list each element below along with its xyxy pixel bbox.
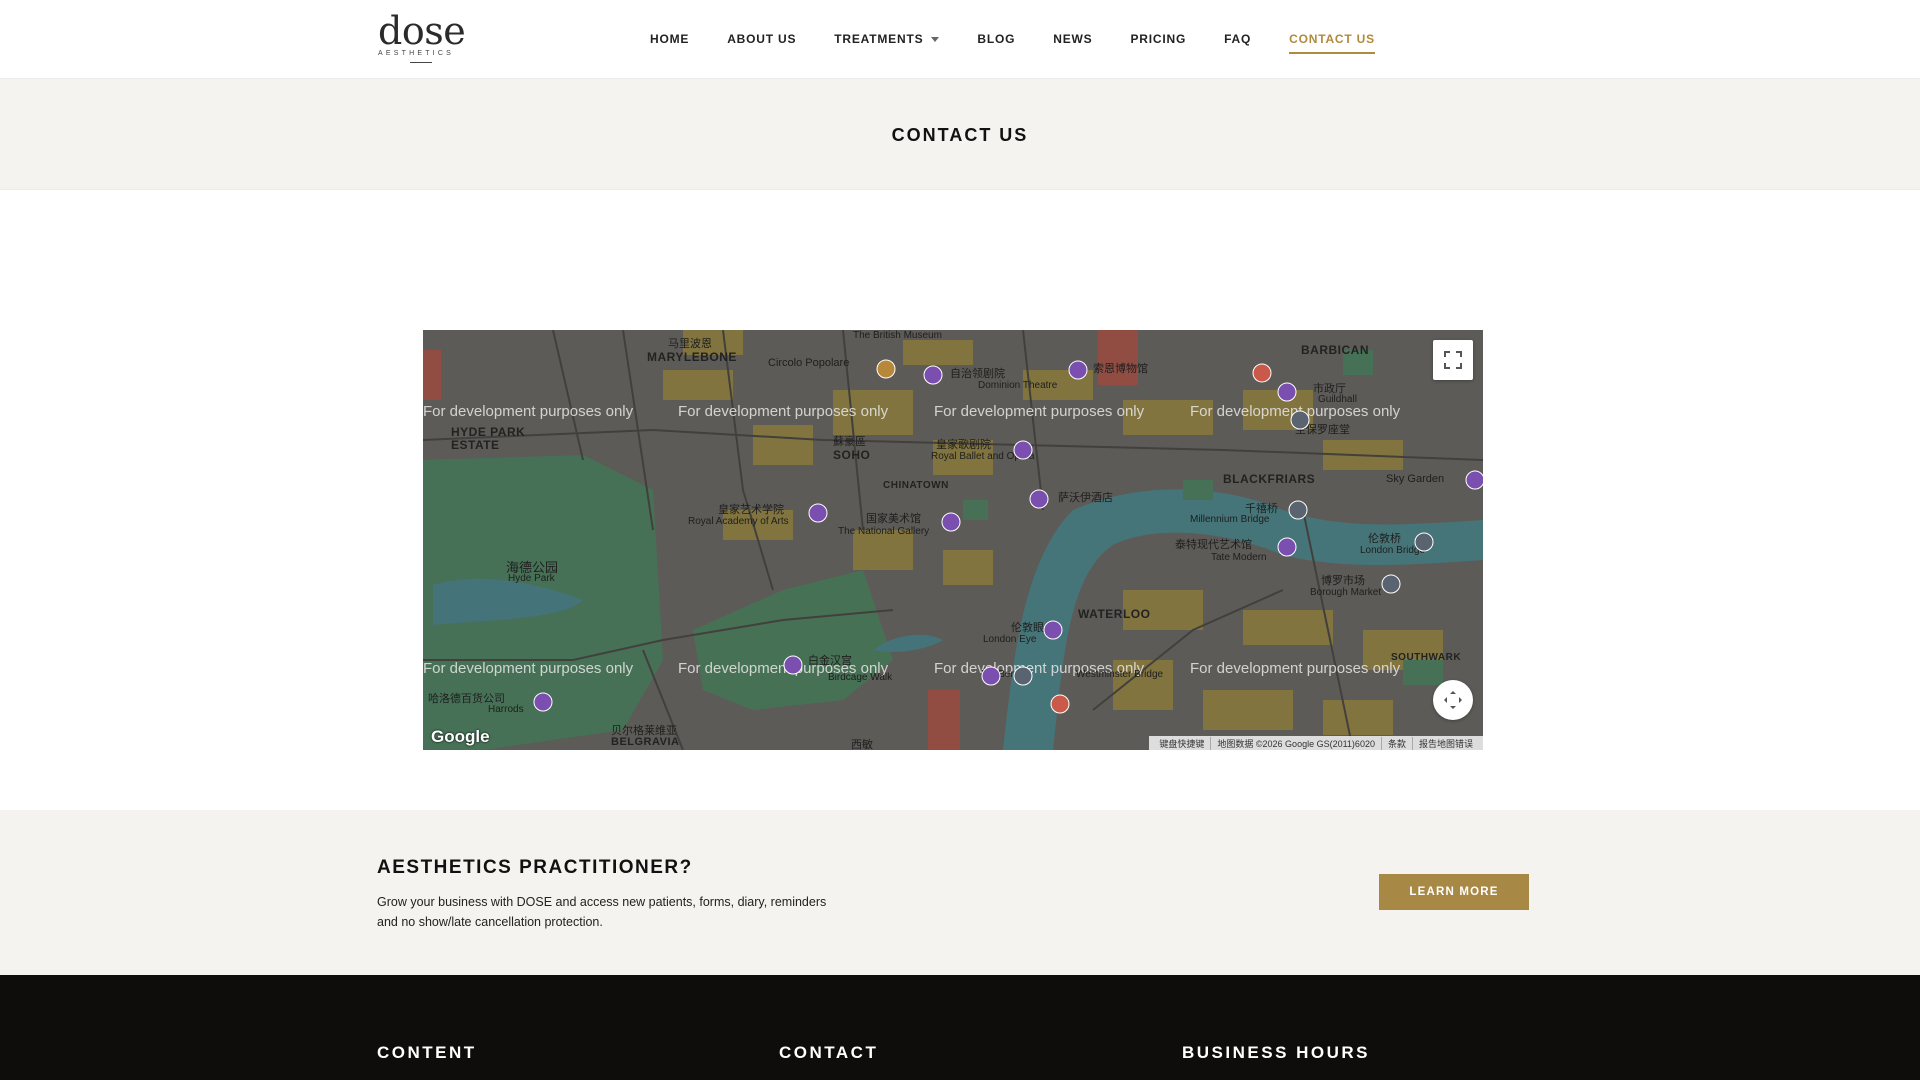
logo-subtitle: AESTHETICS xyxy=(378,50,454,57)
fullscreen-button[interactable] xyxy=(1433,340,1473,380)
nav-item-news[interactable]: NEWS xyxy=(1053,0,1092,78)
google-logo: Google xyxy=(431,727,490,746)
nav-item-about-us[interactable]: ABOUT US xyxy=(727,0,796,78)
nav-item-treatments[interactable]: TREATMENTS xyxy=(834,0,940,78)
google-map[interactable]: For development purposes only For develo… xyxy=(423,330,1483,750)
nav-item-home[interactable]: HOME xyxy=(650,0,689,78)
logo[interactable]: dose AESTHETICS xyxy=(378,9,466,66)
chevron-down-icon xyxy=(931,36,940,42)
terms-link[interactable]: 条款 xyxy=(1380,736,1412,750)
nav-item-blog[interactable]: BLOG xyxy=(977,0,1015,78)
learn-more-button[interactable]: LEARN MORE xyxy=(1379,874,1529,910)
logo-underline xyxy=(410,62,432,63)
cta-title: AESTHETICS PRACTITIONER? xyxy=(377,857,693,878)
map-data-text: 地图数据 ©2026 Google GS(2011)6020 xyxy=(1210,736,1381,750)
cta-text-line: Grow your business with DOSE and access … xyxy=(377,895,827,909)
map-attribution: 键盘快捷键 地图数据 ©2026 Google GS(2011)6020 条款 … xyxy=(1149,736,1483,750)
practitioner-cta: AESTHETICS PRACTITIONER? Grow your busin… xyxy=(0,810,1920,975)
fullscreen-icon xyxy=(1444,351,1462,369)
report-error-link[interactable]: 报告地图错误 xyxy=(1411,736,1479,750)
nav-item-pricing[interactable]: PRICING xyxy=(1130,0,1186,78)
main-nav: HOME ABOUT US TREATMENTS BLOG NEWS PRICI… xyxy=(650,0,1413,78)
footer-heading-content: CONTENT xyxy=(377,1043,477,1062)
footer-heading-contact: CONTACT xyxy=(779,1043,879,1062)
nav-item-contact-us[interactable]: CONTACT US xyxy=(1289,0,1375,78)
nav-item-faq[interactable]: FAQ xyxy=(1224,0,1251,78)
camera-control-icon xyxy=(1444,691,1462,709)
site-header: dose AESTHETICS HOME ABOUT US TREATMENTS… xyxy=(0,0,1920,78)
nav-item-treatments-label: TREATMENTS xyxy=(834,32,924,46)
logo-word: dose xyxy=(378,9,466,53)
cta-description: Grow your business with DOSE and access … xyxy=(377,892,837,932)
camera-control-button[interactable] xyxy=(1433,680,1473,720)
map-poi-markers xyxy=(533,359,1483,714)
keyboard-shortcuts-link[interactable]: 键盘快捷键 xyxy=(1153,737,1210,750)
footer-heading-business-hours: BUSINESS HOURS xyxy=(1182,1043,1371,1062)
page-title: CONTACT US xyxy=(891,125,1029,145)
title-band: CONTACT US xyxy=(0,78,1920,190)
site-footer: CONTENT CONTACT BUSINESS HOURS xyxy=(0,975,1920,1080)
cta-text-line: and no show/late cancellation protection… xyxy=(377,915,603,929)
